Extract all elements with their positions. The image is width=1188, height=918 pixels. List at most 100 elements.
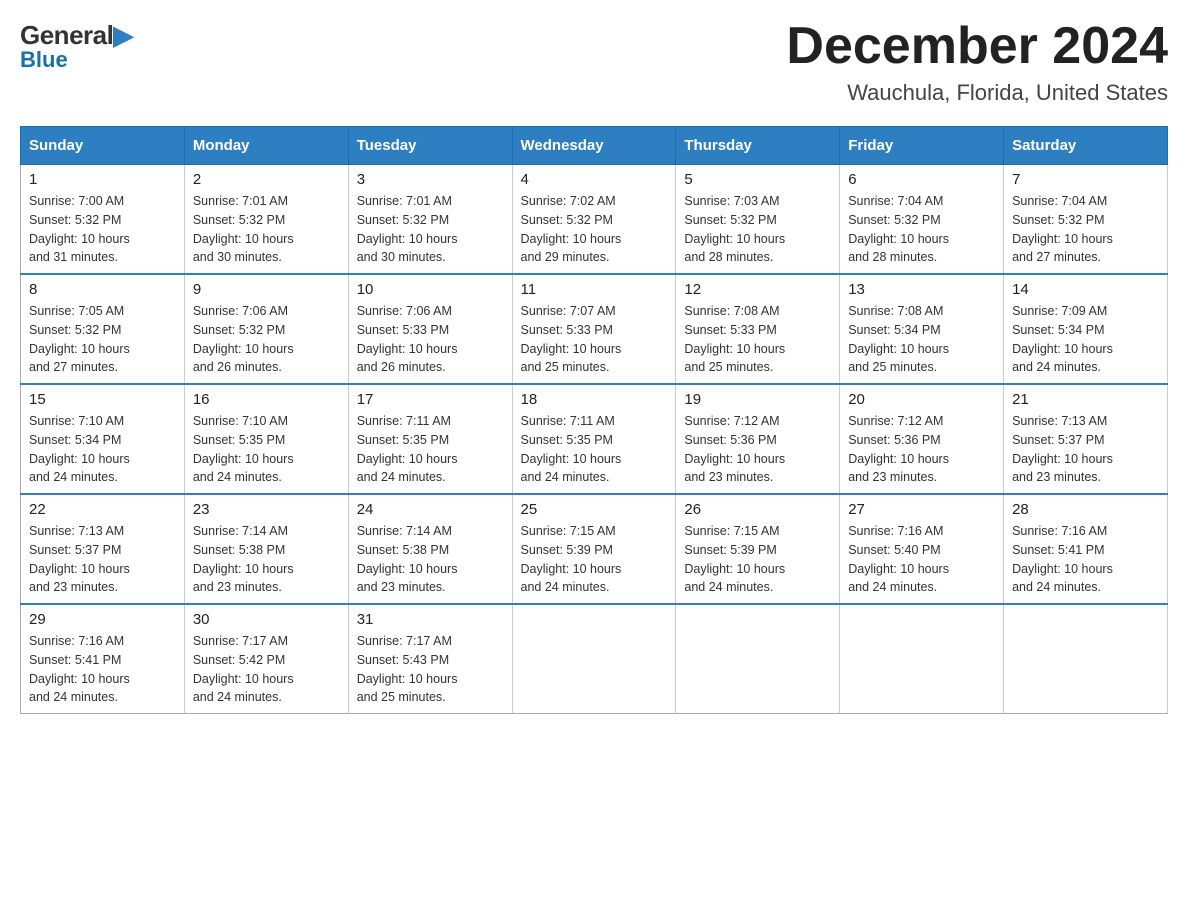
day-info: Sunrise: 7:10 AM Sunset: 5:34 PM Dayligh… [29,412,176,487]
calendar-cell: 6 Sunrise: 7:04 AM Sunset: 5:32 PM Dayli… [840,165,1004,275]
day-number: 20 [848,391,995,408]
calendar-cell: 12 Sunrise: 7:08 AM Sunset: 5:33 PM Dayl… [676,274,840,384]
day-number: 13 [848,281,995,298]
day-info: Sunrise: 7:15 AM Sunset: 5:39 PM Dayligh… [684,522,831,597]
day-info: Sunrise: 7:14 AM Sunset: 5:38 PM Dayligh… [357,522,504,597]
day-info: Sunrise: 7:02 AM Sunset: 5:32 PM Dayligh… [521,192,668,267]
day-number: 28 [1012,501,1159,518]
day-number: 9 [193,281,340,298]
day-info: Sunrise: 7:17 AM Sunset: 5:42 PM Dayligh… [193,632,340,707]
day-number: 27 [848,501,995,518]
day-info: Sunrise: 7:15 AM Sunset: 5:39 PM Dayligh… [521,522,668,597]
day-number: 17 [357,391,504,408]
calendar-week-row: 1 Sunrise: 7:00 AM Sunset: 5:32 PM Dayli… [21,165,1168,275]
day-info: Sunrise: 7:00 AM Sunset: 5:32 PM Dayligh… [29,192,176,267]
calendar-cell: 17 Sunrise: 7:11 AM Sunset: 5:35 PM Dayl… [348,384,512,494]
calendar-cell: 26 Sunrise: 7:15 AM Sunset: 5:39 PM Dayl… [676,494,840,604]
day-number: 7 [1012,171,1159,188]
calendar-cell: 2 Sunrise: 7:01 AM Sunset: 5:32 PM Dayli… [184,165,348,275]
day-number: 30 [193,611,340,628]
day-info: Sunrise: 7:04 AM Sunset: 5:32 PM Dayligh… [848,192,995,267]
day-info: Sunrise: 7:16 AM Sunset: 5:41 PM Dayligh… [1012,522,1159,597]
calendar-week-row: 22 Sunrise: 7:13 AM Sunset: 5:37 PM Dayl… [21,494,1168,604]
day-number: 8 [29,281,176,298]
day-info: Sunrise: 7:05 AM Sunset: 5:32 PM Dayligh… [29,302,176,377]
logo-blue-text: Blue [20,47,68,73]
day-number: 29 [29,611,176,628]
day-number: 5 [684,171,831,188]
day-info: Sunrise: 7:08 AM Sunset: 5:33 PM Dayligh… [684,302,831,377]
calendar-cell: 20 Sunrise: 7:12 AM Sunset: 5:36 PM Dayl… [840,384,1004,494]
calendar-cell: 11 Sunrise: 7:07 AM Sunset: 5:33 PM Dayl… [512,274,676,384]
day-number: 19 [684,391,831,408]
day-header-tuesday: Tuesday [348,127,512,165]
calendar-cell: 10 Sunrise: 7:06 AM Sunset: 5:33 PM Dayl… [348,274,512,384]
day-info: Sunrise: 7:04 AM Sunset: 5:32 PM Dayligh… [1012,192,1159,267]
calendar-cell: 27 Sunrise: 7:16 AM Sunset: 5:40 PM Dayl… [840,494,1004,604]
calendar-cell: 8 Sunrise: 7:05 AM Sunset: 5:32 PM Dayli… [21,274,185,384]
calendar-cell [512,604,676,714]
calendar-cell: 23 Sunrise: 7:14 AM Sunset: 5:38 PM Dayl… [184,494,348,604]
day-number: 4 [521,171,668,188]
day-number: 21 [1012,391,1159,408]
calendar-cell: 24 Sunrise: 7:14 AM Sunset: 5:38 PM Dayl… [348,494,512,604]
calendar-header-row: SundayMondayTuesdayWednesdayThursdayFrid… [21,127,1168,165]
calendar-table: SundayMondayTuesdayWednesdayThursdayFrid… [20,126,1168,714]
logo: General▶ Blue [20,20,133,73]
location-title: Wauchula, Florida, United States [786,80,1168,106]
day-info: Sunrise: 7:16 AM Sunset: 5:40 PM Dayligh… [848,522,995,597]
day-info: Sunrise: 7:13 AM Sunset: 5:37 PM Dayligh… [1012,412,1159,487]
day-header-wednesday: Wednesday [512,127,676,165]
day-number: 18 [521,391,668,408]
title-section: December 2024 Wauchula, Florida, United … [786,20,1168,106]
day-number: 23 [193,501,340,518]
calendar-cell: 5 Sunrise: 7:03 AM Sunset: 5:32 PM Dayli… [676,165,840,275]
day-header-friday: Friday [840,127,1004,165]
calendar-cell: 3 Sunrise: 7:01 AM Sunset: 5:32 PM Dayli… [348,165,512,275]
calendar-cell: 16 Sunrise: 7:10 AM Sunset: 5:35 PM Dayl… [184,384,348,494]
calendar-cell: 1 Sunrise: 7:00 AM Sunset: 5:32 PM Dayli… [21,165,185,275]
day-info: Sunrise: 7:09 AM Sunset: 5:34 PM Dayligh… [1012,302,1159,377]
calendar-cell: 14 Sunrise: 7:09 AM Sunset: 5:34 PM Dayl… [1004,274,1168,384]
day-info: Sunrise: 7:13 AM Sunset: 5:37 PM Dayligh… [29,522,176,597]
day-header-saturday: Saturday [1004,127,1168,165]
day-number: 22 [29,501,176,518]
calendar-week-row: 15 Sunrise: 7:10 AM Sunset: 5:34 PM Dayl… [21,384,1168,494]
day-number: 1 [29,171,176,188]
day-info: Sunrise: 7:06 AM Sunset: 5:33 PM Dayligh… [357,302,504,377]
calendar-cell: 22 Sunrise: 7:13 AM Sunset: 5:37 PM Dayl… [21,494,185,604]
day-info: Sunrise: 7:12 AM Sunset: 5:36 PM Dayligh… [848,412,995,487]
day-number: 31 [357,611,504,628]
day-info: Sunrise: 7:01 AM Sunset: 5:32 PM Dayligh… [357,192,504,267]
day-info: Sunrise: 7:03 AM Sunset: 5:32 PM Dayligh… [684,192,831,267]
calendar-cell: 28 Sunrise: 7:16 AM Sunset: 5:41 PM Dayl… [1004,494,1168,604]
calendar-cell: 29 Sunrise: 7:16 AM Sunset: 5:41 PM Dayl… [21,604,185,714]
calendar-cell: 31 Sunrise: 7:17 AM Sunset: 5:43 PM Dayl… [348,604,512,714]
calendar-cell [676,604,840,714]
calendar-cell: 15 Sunrise: 7:10 AM Sunset: 5:34 PM Dayl… [21,384,185,494]
day-info: Sunrise: 7:16 AM Sunset: 5:41 PM Dayligh… [29,632,176,707]
day-number: 16 [193,391,340,408]
calendar-cell [1004,604,1168,714]
day-info: Sunrise: 7:06 AM Sunset: 5:32 PM Dayligh… [193,302,340,377]
day-info: Sunrise: 7:17 AM Sunset: 5:43 PM Dayligh… [357,632,504,707]
day-number: 10 [357,281,504,298]
day-number: 24 [357,501,504,518]
day-info: Sunrise: 7:01 AM Sunset: 5:32 PM Dayligh… [193,192,340,267]
calendar-cell: 25 Sunrise: 7:15 AM Sunset: 5:39 PM Dayl… [512,494,676,604]
day-header-thursday: Thursday [676,127,840,165]
day-info: Sunrise: 7:14 AM Sunset: 5:38 PM Dayligh… [193,522,340,597]
day-info: Sunrise: 7:08 AM Sunset: 5:34 PM Dayligh… [848,302,995,377]
day-number: 2 [193,171,340,188]
calendar-cell [840,604,1004,714]
calendar-cell: 18 Sunrise: 7:11 AM Sunset: 5:35 PM Dayl… [512,384,676,494]
calendar-cell: 7 Sunrise: 7:04 AM Sunset: 5:32 PM Dayli… [1004,165,1168,275]
month-title: December 2024 [786,20,1168,72]
page-header: General▶ Blue December 2024 Wauchula, Fl… [20,20,1168,106]
day-number: 14 [1012,281,1159,298]
day-info: Sunrise: 7:12 AM Sunset: 5:36 PM Dayligh… [684,412,831,487]
day-number: 15 [29,391,176,408]
day-info: Sunrise: 7:11 AM Sunset: 5:35 PM Dayligh… [521,412,668,487]
day-number: 26 [684,501,831,518]
day-info: Sunrise: 7:07 AM Sunset: 5:33 PM Dayligh… [521,302,668,377]
